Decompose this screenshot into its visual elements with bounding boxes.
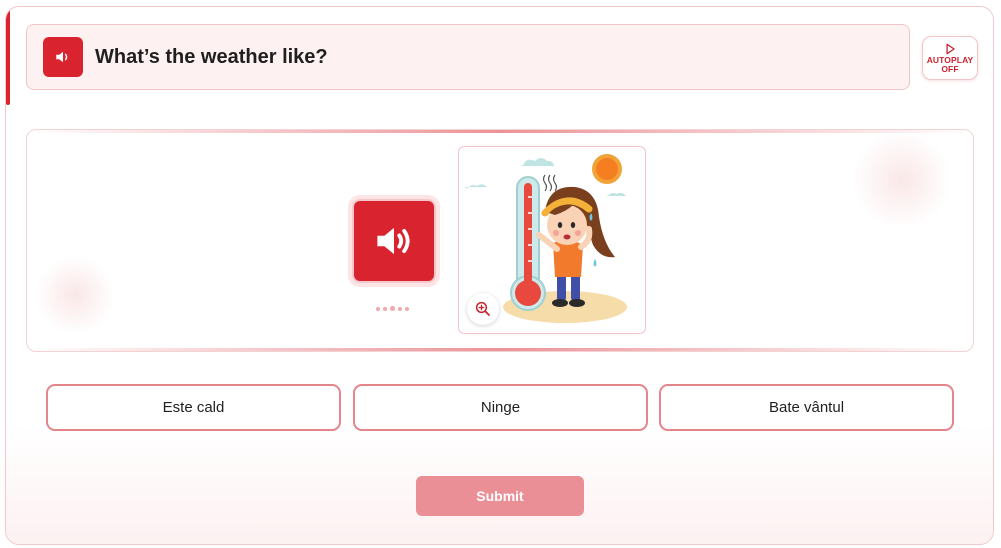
zoom-button[interactable] [467, 293, 499, 325]
stage-top-glow [27, 130, 973, 133]
submit-button[interactable]: Submit [416, 476, 584, 516]
play-outline-icon [946, 43, 955, 55]
question-header: What’s the weather like? [26, 24, 910, 90]
question-audio-button[interactable] [43, 37, 83, 77]
stage-bottom-glow [27, 348, 973, 351]
decor-blob [847, 135, 957, 225]
zoom-in-icon [475, 301, 490, 316]
question-title: What’s the weather like? [95, 45, 328, 68]
answer-option-1[interactable]: Este cald [46, 384, 341, 431]
prompt-stage [26, 129, 974, 352]
accent-bar [6, 7, 10, 105]
prompt-audio-button[interactable] [352, 199, 436, 283]
audio-progress-dots [376, 306, 409, 311]
prompt-image[interactable] [458, 146, 646, 334]
answer-option-3[interactable]: Bate vântul [659, 384, 954, 431]
answer-option-2[interactable]: Ninge [353, 384, 648, 431]
speaker-icon [56, 51, 68, 63]
speaker-icon [377, 227, 410, 255]
question-card: What’s the weather like? AUTOPLAY OFF Es… [5, 6, 994, 545]
decor-blob [35, 255, 115, 335]
autoplay-toggle[interactable]: AUTOPLAY OFF [922, 36, 978, 80]
autoplay-state: OFF [941, 64, 959, 74]
